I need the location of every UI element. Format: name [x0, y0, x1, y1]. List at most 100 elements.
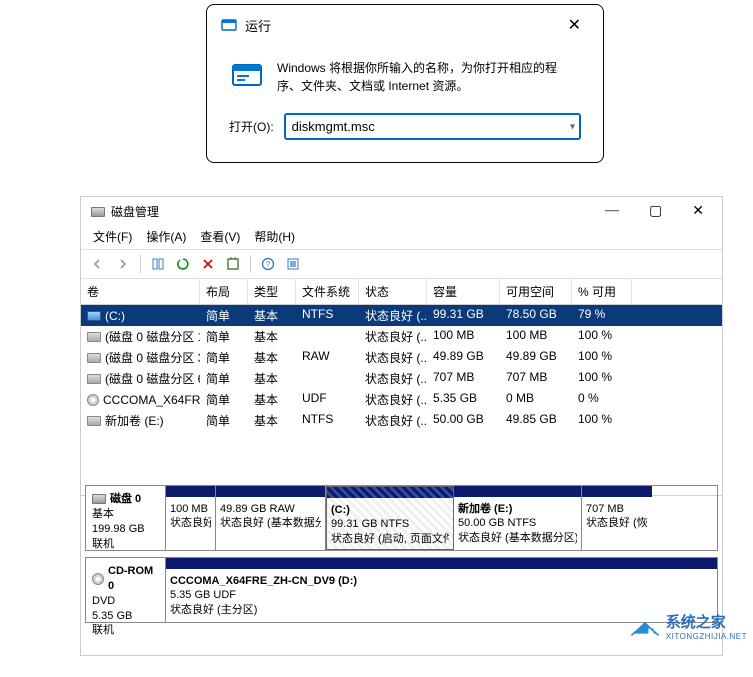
delete-button[interactable]: [197, 253, 219, 275]
drive-icon: [87, 416, 101, 426]
col-capacity[interactable]: 容量: [427, 279, 500, 304]
menubar: 文件(F) 操作(A) 查看(V) 帮助(H): [81, 226, 722, 250]
window-buttons: — ▢ ✕: [597, 203, 712, 220]
run-dialog: 运行 ✕ Windows 将根据你所输入的名称，为你打开相应的程序、文件夹、文档…: [206, 4, 604, 163]
volume-percent: 0 %: [572, 389, 632, 410]
col-volume[interactable]: 卷: [81, 279, 200, 304]
volume-row[interactable]: (C:)简单基本NTFS状态良好 (...99.31 GB78.50 GB79 …: [81, 305, 722, 326]
volume-capacity: 49.89 GB: [427, 347, 500, 368]
maximize-button[interactable]: ▢: [641, 203, 670, 220]
minimize-button[interactable]: —: [597, 203, 627, 220]
volume-filesystem: [296, 326, 359, 347]
run-button-row: [207, 160, 603, 162]
disk-management-icon: [91, 207, 105, 217]
col-free[interactable]: 可用空间: [500, 279, 572, 304]
partition-size: 49.89 GB RAW: [220, 502, 321, 516]
drive-icon: [87, 374, 101, 384]
dropdown-chevron-icon[interactable]: ▾: [570, 121, 575, 132]
refresh-icon-button[interactable]: [172, 253, 194, 275]
disk-0-partitions: 100 MB状态良好49.89 GB RAW状态良好 (基本数据分区)(C:)9…: [166, 486, 717, 550]
volume-status: 状态良好 (...: [359, 347, 427, 368]
close-button[interactable]: ✕: [560, 13, 589, 37]
volume-free: 78.50 GB: [500, 305, 572, 326]
dm-title: 磁盘管理: [111, 203, 159, 220]
toolbar-separator: [140, 255, 141, 273]
run-input[interactable]: [284, 113, 581, 140]
volume-percent: 100 %: [572, 368, 632, 389]
drive-icon: [87, 311, 101, 321]
volume-layout: 简单: [200, 368, 248, 389]
col-percent[interactable]: % 可用: [572, 279, 632, 304]
disk-0-name: 磁盘 0: [110, 492, 141, 507]
cdrom-0-label: CD-ROM 0 DVD 5.35 GB 联机: [86, 558, 166, 622]
col-layout[interactable]: 布局: [200, 279, 248, 304]
menu-help[interactable]: 帮助(H): [254, 228, 295, 245]
menu-view[interactable]: 查看(V): [200, 228, 240, 245]
cdrom-0-name: CD-ROM 0: [108, 564, 159, 594]
partition-status: 状态良好: [170, 516, 211, 530]
col-filesystem[interactable]: 文件系统: [296, 279, 359, 304]
volume-type: 基本: [248, 368, 296, 389]
close-button[interactable]: ✕: [684, 203, 712, 220]
volume-row[interactable]: (磁盘 0 磁盘分区 6)简单基本状态良好 (...707 MB707 MB10…: [81, 368, 722, 389]
partition-status: 状态良好 (启动, 页面文件,: [331, 532, 449, 546]
disk-management-window: 磁盘管理 — ▢ ✕ 文件(F) 操作(A) 查看(V) 帮助(H) ? 卷 布…: [80, 196, 723, 656]
volume-name: (磁盘 0 磁盘分区 6): [105, 370, 200, 387]
disk-partition[interactable]: 100 MB状态良好: [166, 486, 216, 550]
forward-button[interactable]: [112, 253, 134, 275]
volume-row[interactable]: (磁盘 0 磁盘分区 3)简单基本RAW状态良好 (...49.89 GB49.…: [81, 347, 722, 368]
col-type[interactable]: 类型: [248, 279, 296, 304]
disk-partition[interactable]: 49.89 GB RAW状态良好 (基本数据分区): [216, 486, 326, 550]
partition-size: 99.31 GB NTFS: [331, 517, 449, 531]
volume-row[interactable]: CCCOMA_X64FR...简单基本UDF状态良好 (...5.35 GB0 …: [81, 389, 722, 410]
help-button[interactable]: ?: [257, 253, 279, 275]
volume-name: (C:): [105, 309, 125, 323]
cdrom-0-size: 5.35 GB: [92, 609, 159, 624]
run-description: Windows 将根据你所输入的名称，为你打开相应的程序、文件夹、文档或 Int…: [277, 59, 579, 95]
run-icon: [221, 17, 237, 33]
partition-size: 50.00 GB NTFS: [458, 516, 577, 530]
volume-free: 0 MB: [500, 389, 572, 410]
dm-titlebar: 磁盘管理 — ▢ ✕: [81, 197, 722, 226]
volume-type: 基本: [248, 347, 296, 368]
volume-status: 状态良好 (...: [359, 305, 427, 326]
toolbar-separator: [250, 255, 251, 273]
volume-type: 基本: [248, 389, 296, 410]
drive-icon: [87, 353, 101, 363]
watermark: 系统之家 XITONGZHIJIA.NET: [628, 611, 747, 641]
back-button[interactable]: [87, 253, 109, 275]
drive-icon: [87, 332, 101, 342]
volume-list-body[interactable]: (C:)简单基本NTFS状态良好 (...99.31 GB78.50 GB79 …: [81, 305, 722, 495]
disk-0-row[interactable]: 磁盘 0 基本 199.98 GB 联机 100 MB状态良好49.89 GB …: [85, 485, 718, 551]
partition-size: 5.35 GB UDF: [170, 588, 713, 602]
disk-0-type: 基本: [92, 507, 159, 522]
run-body: Windows 将根据你所输入的名称，为你打开相应的程序、文件夹、文档或 Int…: [207, 45, 603, 103]
disc-icon: [92, 573, 104, 585]
properties-button[interactable]: [222, 253, 244, 275]
disk-graphical-view: 磁盘 0 基本 199.98 GB 联机 100 MB状态良好49.89 GB …: [81, 481, 722, 655]
refresh-button[interactable]: [147, 253, 169, 275]
volume-filesystem: [296, 368, 359, 389]
volume-row[interactable]: (磁盘 0 磁盘分区 1)简单基本状态良好 (...100 MB100 MB10…: [81, 326, 722, 347]
cdrom-0-row[interactable]: CD-ROM 0 DVD 5.35 GB 联机 CCCOMA_X64FRE_ZH…: [85, 557, 718, 623]
menu-action[interactable]: 操作(A): [146, 228, 186, 245]
svg-text:?: ?: [266, 260, 271, 269]
settings-button[interactable]: [282, 253, 304, 275]
menu-file[interactable]: 文件(F): [93, 228, 132, 245]
volume-name: (磁盘 0 磁盘分区 1): [105, 328, 200, 345]
volume-capacity: 5.35 GB: [427, 389, 500, 410]
run-title-left: 运行: [221, 16, 271, 35]
disk-partition[interactable]: 707 MB状态良好 (恢复: [582, 486, 652, 550]
run-title: 运行: [245, 16, 271, 35]
volume-row[interactable]: 新加卷 (E:)简单基本NTFS状态良好 (...50.00 GB49.85 G…: [81, 410, 722, 431]
col-status[interactable]: 状态: [359, 279, 427, 304]
partition-name: (C:): [331, 503, 449, 517]
disk-partition[interactable]: (C:)99.31 GB NTFS状态良好 (启动, 页面文件,: [326, 486, 454, 550]
disk-partition[interactable]: 新加卷 (E:)50.00 GB NTFS状态良好 (基本数据分区): [454, 486, 582, 550]
volume-free: 49.89 GB: [500, 347, 572, 368]
partition-size: 707 MB: [586, 502, 648, 516]
volume-percent: 100 %: [572, 326, 632, 347]
volume-type: 基本: [248, 410, 296, 431]
volume-status: 状态良好 (...: [359, 389, 427, 410]
volume-free: 100 MB: [500, 326, 572, 347]
